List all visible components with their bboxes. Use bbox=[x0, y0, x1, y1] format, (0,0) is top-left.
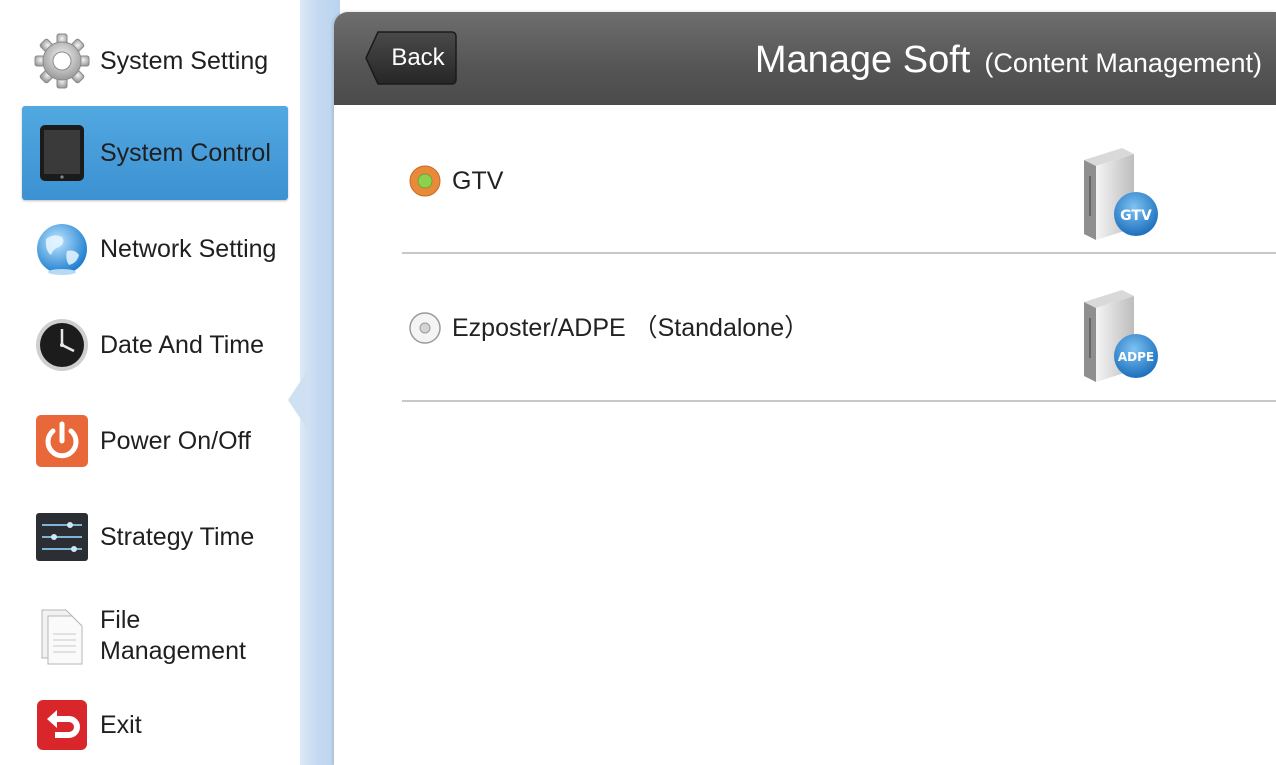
sidebar-item-label: Strategy Time bbox=[100, 522, 255, 551]
sliders-icon bbox=[34, 509, 90, 565]
sidebar-item-file-management[interactable]: File Management bbox=[22, 586, 288, 686]
server-badge-label: ADPE bbox=[1118, 350, 1154, 364]
radio-unselected[interactable] bbox=[409, 312, 441, 344]
tablet-icon bbox=[34, 125, 90, 181]
page-title: Manage Soft (Content Management) bbox=[755, 12, 1262, 105]
sidebar-item-label: File Management bbox=[100, 606, 246, 665]
power-icon bbox=[34, 413, 90, 469]
option-gtv[interactable]: GTV GTV bbox=[404, 132, 1276, 252]
sidebar-item-power-on-off[interactable]: Power On/Off bbox=[22, 396, 288, 486]
option-label: GTV bbox=[452, 167, 504, 195]
globe-icon bbox=[34, 221, 90, 277]
divider bbox=[402, 252, 1276, 254]
radio-selected[interactable] bbox=[409, 165, 441, 197]
document-icon bbox=[34, 608, 90, 665]
server-badge-label: GTV bbox=[1120, 208, 1152, 224]
back-button[interactable]: Back bbox=[364, 30, 458, 86]
sidebar: System Setting System Control Network Se… bbox=[0, 0, 300, 765]
header-bar: Back Manage Soft (Content Management) bbox=[334, 12, 1276, 105]
sidebar-item-label: System Setting bbox=[100, 46, 269, 75]
sidebar-item-network-setting[interactable]: Network Setting bbox=[22, 204, 288, 294]
server-adpe-icon: ADPE bbox=[1084, 290, 1158, 382]
clock-icon bbox=[34, 317, 90, 373]
page-title-main: Manage Soft bbox=[754, 39, 971, 81]
exit-icon bbox=[34, 697, 90, 753]
app-root: System Setting System Control Network Se… bbox=[0, 0, 1276, 765]
sidebar-item-date-and-time[interactable]: Date And Time bbox=[22, 300, 288, 390]
sidebar-item-label: Network Setting bbox=[100, 234, 277, 263]
divider bbox=[402, 400, 1276, 402]
main-panel: Back Manage Soft (Content Management) GTV bbox=[334, 12, 1276, 765]
sidebar-item-exit[interactable]: Exit bbox=[22, 680, 288, 765]
sidebar-item-system-setting[interactable]: System Setting bbox=[22, 16, 288, 106]
selection-notch bbox=[288, 370, 308, 430]
sidebar-item-label: Power On/Off bbox=[100, 426, 251, 455]
sidebar-item-strategy-time[interactable]: Strategy Time bbox=[22, 492, 288, 582]
option-label: Ezposter/ADPE （Standalone） bbox=[452, 314, 810, 342]
gear-icon bbox=[34, 33, 90, 89]
server-gtv-icon: GTV bbox=[1084, 148, 1158, 240]
sidebar-item-system-control[interactable]: System Control bbox=[22, 106, 288, 200]
page-title-subtitle: (Content Management) bbox=[984, 48, 1262, 78]
back-button-label: Back bbox=[391, 44, 445, 71]
sidebar-item-label: Exit bbox=[100, 710, 142, 739]
sidebar-item-label: System Control bbox=[100, 138, 271, 167]
sidebar-item-label: Date And Time bbox=[100, 330, 264, 359]
option-ezposter-adpe[interactable]: Ezposter/ADPE （Standalone） ADPE bbox=[404, 274, 1276, 398]
